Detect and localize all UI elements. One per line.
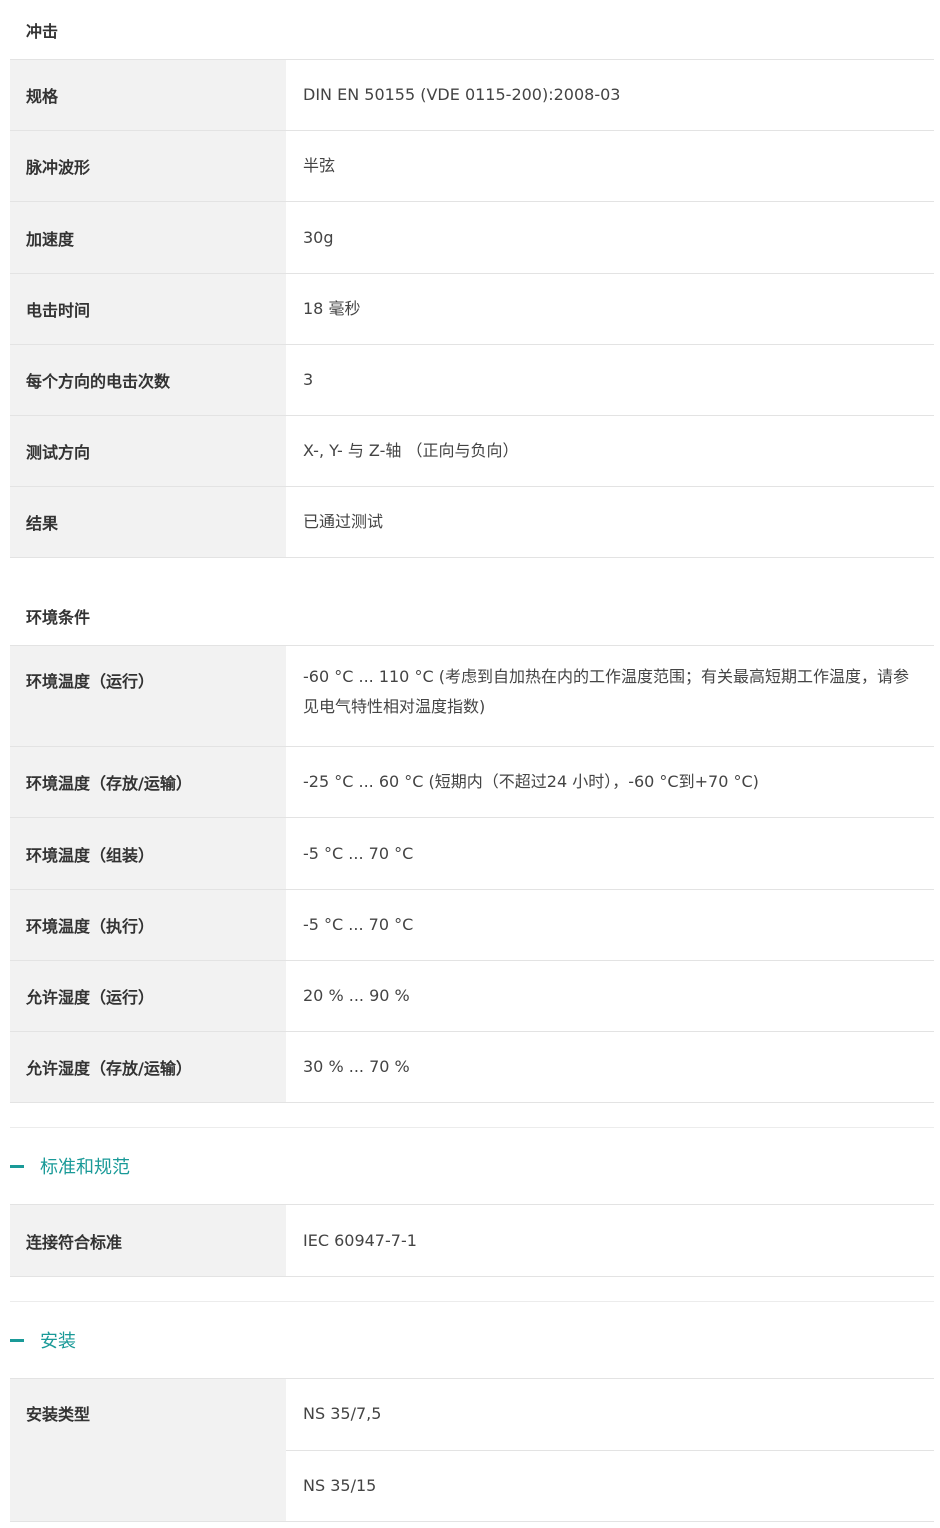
spec-row-test-directions: 测试方向 X-, Y- 与 Z-轴 （正向与负向） xyxy=(10,416,934,487)
row-label: 环境温度（运行） xyxy=(10,646,286,746)
row-label: 电击时间 xyxy=(10,274,286,344)
spec-row-pulse-shape: 脉冲波形 半弦 xyxy=(10,131,934,202)
row-value: -60 °C ... 110 °C (考虑到自加热在内的工作温度范围；有关最高短… xyxy=(303,667,909,716)
spec-page: 冲击 规格 DIN EN 50155 (VDE 0115-200):2008-0… xyxy=(10,0,934,1522)
spec-row-shock-duration: 电击时间 18 毫秒 xyxy=(10,274,934,345)
installation-accordion-header[interactable]: 安装 xyxy=(10,1301,934,1379)
spec-row-ambient-temp-operation: 环境温度（运行） -60 °C ... 110 °C (考虑到自加热在内的工作温… xyxy=(10,646,934,747)
row-value: -5 °C ... 70 °C xyxy=(303,915,414,934)
spec-row-humidity-storage: 允许湿度（存放/运输） 30 % ... 70 % xyxy=(10,1032,934,1103)
spec-row-shocks-per-direction: 每个方向的电击次数 3 xyxy=(10,345,934,416)
row-value: 3 xyxy=(303,370,314,389)
row-label: 脉冲波形 xyxy=(10,131,286,201)
environment-section-title: 环境条件 xyxy=(10,586,934,646)
row-value: 半弦 xyxy=(303,156,336,175)
environment-title-text: 环境条件 xyxy=(26,607,91,627)
row-label: 允许湿度（存放/运输） xyxy=(10,1032,286,1102)
row-value: DIN EN 50155 (VDE 0115-200):2008-03 xyxy=(303,85,621,104)
row-label: 连接符合标准 xyxy=(10,1205,286,1276)
shock-section-title: 冲击 xyxy=(10,0,934,60)
spec-row-mounting-type: 安装类型 NS 35/7,5 NS 35/15 xyxy=(10,1379,934,1522)
row-label: 加速度 xyxy=(10,202,286,273)
row-label: 环境温度（组装） xyxy=(10,818,286,889)
minus-icon xyxy=(10,1338,24,1342)
spec-row-connection-standard: 连接符合标准 IEC 60947-7-1 xyxy=(10,1205,934,1277)
row-value: -5 °C ... 70 °C xyxy=(303,843,414,863)
mount-values: NS 35/7,5 NS 35/15 xyxy=(286,1379,934,1521)
row-label: 每个方向的电击次数 xyxy=(10,345,286,415)
row-label: 环境温度（执行） xyxy=(10,890,286,960)
shock-title-text: 冲击 xyxy=(26,21,59,41)
row-label: 安装类型 xyxy=(10,1379,286,1521)
row-label: 规格 xyxy=(10,60,286,130)
spec-row-ambient-temp-actuation: 环境温度（执行） -5 °C ... 70 °C xyxy=(10,890,934,961)
row-label: 结果 xyxy=(10,487,286,557)
row-value: X-, Y- 与 Z-轴 （正向与负向） xyxy=(303,441,519,460)
row-value: 20 % ... 90 % xyxy=(303,986,410,1005)
row-value: IEC 60947-7-1 xyxy=(303,1230,417,1250)
row-label: 允许湿度（运行） xyxy=(10,961,286,1031)
installation-heading: 安装 xyxy=(40,1331,76,1352)
spec-row-acceleration: 加速度 30g xyxy=(10,202,934,274)
standards-accordion-header[interactable]: 标准和规范 xyxy=(10,1127,934,1205)
row-value: NS 35/15 xyxy=(303,1475,377,1495)
row-value: 18 毫秒 xyxy=(303,299,361,318)
spec-row-result: 结果 已通过测试 xyxy=(10,487,934,558)
spec-row-ambient-temp-assembly: 环境温度（组装） -5 °C ... 70 °C xyxy=(10,818,934,890)
row-value: 已通过测试 xyxy=(303,512,384,531)
spec-row-ambient-temp-storage: 环境温度（存放/运输） -25 °C ... 60 °C (短期内（不超过24 … xyxy=(10,747,934,818)
row-value: -25 °C ... 60 °C (短期内（不超过24 小时），-60 °C到+… xyxy=(303,772,759,791)
row-label: 环境温度（存放/运输） xyxy=(10,747,286,817)
row-value: NS 35/7,5 xyxy=(286,1379,934,1451)
standards-heading: 标准和规范 xyxy=(40,1157,130,1178)
row-label: 测试方向 xyxy=(10,416,286,486)
row-value: 30g xyxy=(303,227,334,247)
row-value: 30 % ... 70 % xyxy=(303,1057,410,1076)
minus-icon xyxy=(10,1164,24,1168)
spec-row-standard: 规格 DIN EN 50155 (VDE 0115-200):2008-03 xyxy=(10,60,934,131)
spec-row-humidity-operation: 允许湿度（运行） 20 % ... 90 % xyxy=(10,961,934,1032)
